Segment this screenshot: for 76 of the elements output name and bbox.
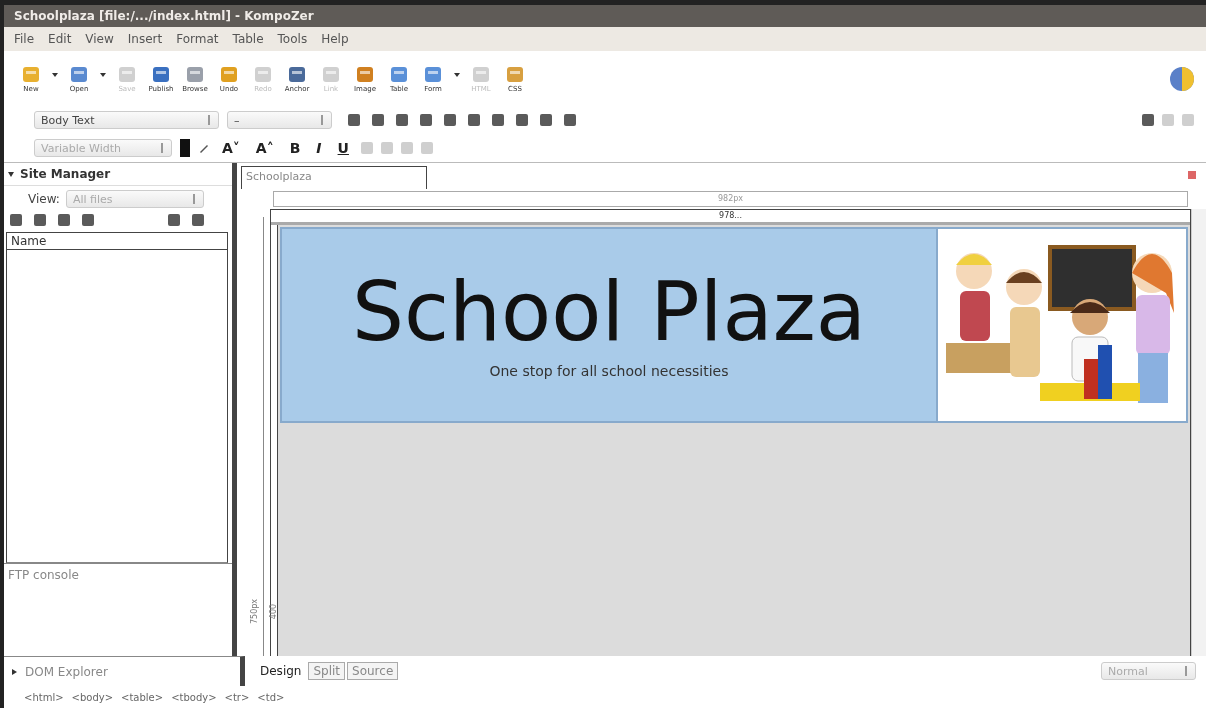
- page-heading: School Plaza: [351, 271, 867, 353]
- panel-header[interactable]: Site Manager: [4, 163, 232, 186]
- site-tool-icon[interactable]: [192, 214, 204, 226]
- tag-breadcrumb[interactable]: <tbody>: [171, 691, 217, 703]
- format-icon[interactable]: [468, 114, 480, 126]
- expander-icon[interactable]: [8, 171, 14, 177]
- format-icon[interactable]: [516, 114, 528, 126]
- view-mode-tab[interactable]: Design: [255, 662, 307, 680]
- width-ruler: 982px: [273, 191, 1188, 207]
- style-icon[interactable]: [1142, 114, 1154, 126]
- toolbar-icon: [20, 64, 42, 85]
- toolbar-icon: [68, 64, 90, 85]
- site-tool-icon[interactable]: [34, 214, 46, 226]
- menu-item[interactable]: Insert: [127, 32, 163, 46]
- panel-title: Site Manager: [20, 167, 111, 181]
- dropdown-arrow-icon[interactable]: [100, 72, 106, 77]
- highlight-icon[interactable]: [198, 142, 210, 154]
- vertical-scrollbar[interactable]: [1191, 209, 1206, 656]
- height-ruler: 750px: [247, 217, 264, 656]
- panel-title: DOM Explorer: [25, 664, 108, 679]
- window-title: Schoolplaza [file:/.../index.html] - KompoZer: [4, 0, 1206, 27]
- toolbar-icon: [388, 64, 410, 85]
- format-icon[interactable]: [444, 114, 456, 126]
- menu-item[interactable]: File: [14, 32, 35, 46]
- dropdown-arrow-icon[interactable]: [454, 72, 460, 77]
- text-style-button[interactable]: I: [312, 140, 326, 156]
- format-icon[interactable]: [372, 114, 384, 126]
- toolbar-icon: [470, 64, 492, 85]
- toolbar-icon: [218, 64, 240, 85]
- format-icon[interactable]: [348, 114, 360, 126]
- page-tagline: One stop for all school necessities: [489, 363, 729, 379]
- toolbar-icon: [116, 64, 138, 85]
- toolbar-icon: [354, 64, 376, 85]
- toolbar-icon: [504, 64, 526, 85]
- toolbar-icon: [286, 64, 308, 85]
- format-icon[interactable]: [540, 114, 552, 126]
- expander-icon[interactable]: [12, 668, 17, 675]
- toolbar-icon: [184, 64, 206, 85]
- format-icon[interactable]: [492, 114, 504, 126]
- toolbar-icon: [252, 64, 274, 85]
- toolbar-icon: [150, 64, 172, 85]
- view-mode-tab[interactable]: Source: [347, 662, 399, 680]
- text-style-button[interactable]: A˅: [218, 140, 244, 156]
- menu-item[interactable]: Format: [176, 32, 219, 46]
- menu-item[interactable]: Table: [232, 32, 264, 46]
- format-icon[interactable]: [564, 114, 576, 126]
- site-tool-icon[interactable]: [58, 214, 70, 226]
- toolbar-icon: [320, 64, 342, 85]
- text-color-swatch[interactable]: [180, 139, 190, 157]
- format-icon[interactable]: [420, 114, 432, 126]
- style-select[interactable]: –: [227, 111, 332, 129]
- ftp-console-title: FTP console: [8, 568, 79, 582]
- format-icon[interactable]: [396, 114, 408, 126]
- tag-breadcrumb[interactable]: <td>: [257, 691, 285, 703]
- menu-item[interactable]: View: [85, 32, 114, 46]
- site-tool-icon[interactable]: [82, 214, 94, 226]
- column-header[interactable]: Name: [7, 233, 227, 250]
- view-label: View:: [28, 192, 60, 206]
- tag-breadcrumb[interactable]: <tr>: [224, 691, 250, 703]
- site-tool-icon[interactable]: [10, 214, 22, 226]
- text-style-button[interactable]: A˄: [251, 140, 278, 156]
- paragraph-style-select[interactable]: Body Text: [34, 111, 219, 129]
- document-tab[interactable]: Schoolplaza: [241, 166, 427, 189]
- dropdown-arrow-icon[interactable]: [52, 72, 58, 77]
- tag-breadcrumb[interactable]: <html>: [24, 691, 64, 703]
- site-tool-icon[interactable]: [168, 214, 180, 226]
- tag-breadcrumb[interactable]: <body>: [71, 691, 114, 703]
- menu-item[interactable]: Edit: [48, 32, 72, 46]
- toolbar-icon: [422, 64, 444, 85]
- text-style-button[interactable]: U: [333, 140, 353, 156]
- view-mode-tab[interactable]: Split: [308, 662, 346, 680]
- globe-icon: [1168, 64, 1196, 93]
- menu-item[interactable]: Tools: [277, 32, 308, 46]
- menu-item[interactable]: Help: [321, 32, 349, 46]
- text-style-button[interactable]: B: [285, 140, 305, 156]
- tag-breadcrumb[interactable]: <table>: [121, 691, 164, 703]
